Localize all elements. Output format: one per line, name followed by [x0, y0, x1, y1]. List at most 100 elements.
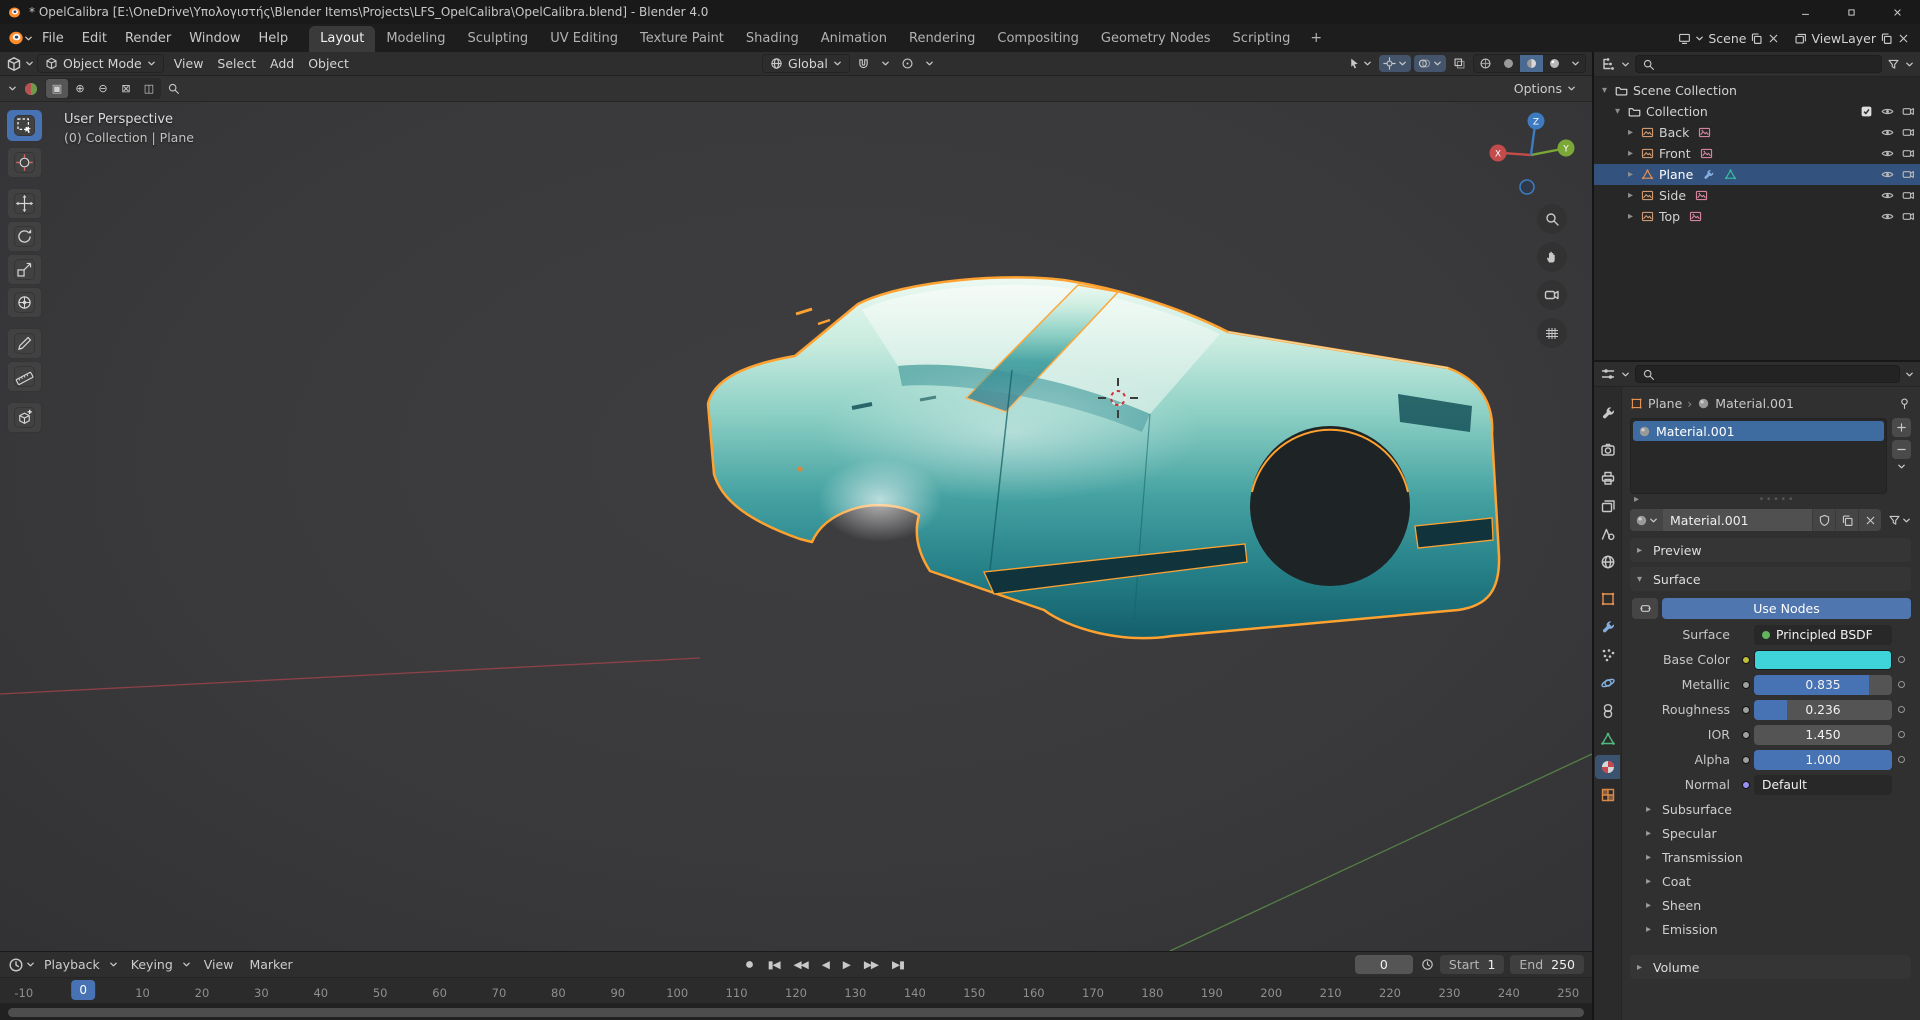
- workspace-tab-sculpting[interactable]: Sculpting: [456, 26, 539, 52]
- snap-settings-dropdown[interactable]: [877, 57, 894, 70]
- tool-transform[interactable]: [7, 287, 42, 318]
- slot-list-resize[interactable]: ▸ •••••: [1630, 494, 1911, 505]
- shading-options-dropdown[interactable]: [1566, 55, 1585, 72]
- viewport-3d[interactable]: User Perspective (0) Collection | Plane …: [0, 102, 1592, 951]
- normal-dropdown[interactable]: Default: [1754, 775, 1892, 795]
- frame-start-field[interactable]: Start 1: [1440, 955, 1505, 974]
- add-slot-button[interactable]: [1892, 418, 1911, 437]
- maximize-button[interactable]: [1828, 0, 1874, 24]
- viewport-menu-add[interactable]: Add: [263, 54, 301, 73]
- shading-rendered-button[interactable]: [1543, 55, 1566, 72]
- select-mode-2[interactable]: ⊖: [92, 79, 114, 98]
- viewport-menu-view[interactable]: View: [167, 54, 211, 73]
- keyframe-dot-icon[interactable]: [1892, 731, 1911, 738]
- blender-menu-icon[interactable]: [8, 30, 24, 46]
- workspace-tab-texture-paint[interactable]: Texture Paint: [629, 26, 735, 52]
- breadcrumb-material[interactable]: Material.001: [1715, 396, 1794, 411]
- outliner-search-input[interactable]: [1635, 55, 1882, 73]
- panel-transmission[interactable]: ▸Transmission: [1630, 845, 1911, 869]
- properties-tab-render[interactable]: [1595, 438, 1620, 462]
- tool-annotate[interactable]: [7, 328, 42, 359]
- gizmo-neg-z-axis[interactable]: [1520, 180, 1534, 194]
- properties-tab-constraints[interactable]: [1595, 699, 1620, 723]
- proportional-editing-toggle[interactable]: [897, 55, 918, 72]
- resize-grip[interactable]: •••••: [1643, 495, 1911, 505]
- fake-user-button[interactable]: [1812, 509, 1835, 531]
- xray-toggle[interactable]: [1449, 55, 1470, 72]
- metallic-slider[interactable]: 0.835: [1754, 675, 1892, 695]
- outliner-row-back[interactable]: ▸Back: [1594, 122, 1920, 143]
- properties-editor-icon[interactable]: [1600, 366, 1616, 382]
- outliner-row-scene-collection[interactable]: ▾Scene Collection: [1594, 80, 1920, 101]
- workspace-tab-uv-editing[interactable]: UV Editing: [539, 26, 629, 52]
- jump-start-button[interactable]: ▮◀: [762, 958, 786, 972]
- tool-rotate[interactable]: [7, 221, 42, 252]
- disclosure-right-icon[interactable]: ▸: [1624, 169, 1637, 180]
- pan-button[interactable]: [1537, 242, 1567, 272]
- panel-volume[interactable]: ▸Volume: [1630, 955, 1911, 979]
- camera-toggle-icon[interactable]: [1902, 210, 1915, 223]
- workspace-tab-animation[interactable]: Animation: [810, 26, 898, 52]
- menu-help[interactable]: Help: [250, 28, 298, 49]
- workspace-tab-compositing[interactable]: Compositing: [986, 26, 1090, 52]
- options-dropdown[interactable]: Options: [1506, 79, 1584, 98]
- ior-slider[interactable]: 1.450: [1754, 725, 1892, 745]
- panel-sheen[interactable]: ▸Sheen: [1630, 893, 1911, 917]
- object-visibility-dropdown[interactable]: [1344, 55, 1376, 72]
- snap-toggle[interactable]: [853, 55, 874, 72]
- properties-tab-data[interactable]: [1595, 727, 1620, 751]
- material-filter-dropdown[interactable]: [1888, 514, 1911, 527]
- checkbox-toggle-icon[interactable]: [1860, 105, 1873, 118]
- select-mode-1[interactable]: ⊕: [69, 79, 91, 98]
- properties-search-input[interactable]: [1635, 365, 1900, 383]
- frame-end-field[interactable]: End 250: [1510, 955, 1584, 974]
- eye-toggle-icon[interactable]: [1881, 105, 1894, 118]
- workspace-tab-modeling[interactable]: Modeling: [375, 26, 456, 52]
- workspace-tab-geometry-nodes[interactable]: Geometry Nodes: [1090, 26, 1222, 52]
- minimize-button[interactable]: [1782, 0, 1828, 24]
- tool-select-box[interactable]: [7, 110, 42, 141]
- eye-toggle-icon[interactable]: [1881, 126, 1894, 139]
- properties-tab-physics[interactable]: [1595, 671, 1620, 695]
- show-gizmo-toggle[interactable]: [1379, 55, 1411, 72]
- filter-icon[interactable]: [1887, 58, 1900, 71]
- selected-object-car[interactable]: [708, 277, 1499, 638]
- tool-cursor[interactable]: [7, 147, 42, 178]
- panel-specular[interactable]: ▸Specular: [1630, 821, 1911, 845]
- transform-orientation-dropdown[interactable]: Global: [762, 54, 850, 73]
- shading-wireframe-button[interactable]: [1474, 55, 1497, 72]
- outliner-row-front[interactable]: ▸Front: [1594, 143, 1920, 164]
- select-mode-3[interactable]: ⊠: [115, 79, 137, 98]
- new-view-layer-icon[interactable]: [1880, 32, 1893, 45]
- navigation-gizmo[interactable]: X Y Z: [1484, 108, 1578, 202]
- camera-toggle-icon[interactable]: [1902, 105, 1915, 118]
- tool-scale[interactable]: [7, 254, 42, 285]
- workspace-tab-rendering[interactable]: Rendering: [898, 26, 986, 52]
- roughness-slider[interactable]: 0.236: [1754, 700, 1892, 720]
- properties-tab-object[interactable]: [1595, 587, 1620, 611]
- camera-toggle-icon[interactable]: [1902, 126, 1915, 139]
- timeline-menu-view[interactable]: View: [197, 955, 241, 974]
- menu-file[interactable]: File: [33, 28, 73, 49]
- properties-tab-view-layer[interactable]: [1595, 494, 1620, 518]
- mode-dropdown[interactable]: Object Mode: [37, 54, 164, 73]
- timeline-scroll-handle[interactable]: [8, 1008, 1584, 1017]
- menu-render[interactable]: Render: [116, 28, 180, 49]
- properties-tab-material[interactable]: [1595, 755, 1620, 779]
- viewport-menu-select[interactable]: Select: [210, 54, 263, 73]
- material-name-field[interactable]: Material.001: [1663, 509, 1812, 531]
- keyframe-dot-icon[interactable]: [1892, 681, 1911, 688]
- play-reverse-button[interactable]: ◀: [816, 958, 835, 972]
- eye-toggle-icon[interactable]: [1881, 210, 1894, 223]
- pin-icon[interactable]: [1898, 397, 1911, 410]
- properties-tab-output[interactable]: [1595, 466, 1620, 490]
- timeline-editor-icon[interactable]: [8, 957, 24, 973]
- close-button[interactable]: [1874, 0, 1920, 24]
- shading-material-button[interactable]: [1520, 55, 1543, 72]
- ortho-toggle-button[interactable]: [1537, 318, 1567, 348]
- play-button[interactable]: ▶: [837, 958, 856, 972]
- properties-tab-particles[interactable]: [1595, 643, 1620, 667]
- alpha-slider[interactable]: 1.000: [1754, 750, 1892, 770]
- show-overlays-toggle[interactable]: [1414, 55, 1446, 72]
- timeline-menu-marker[interactable]: Marker: [242, 955, 299, 974]
